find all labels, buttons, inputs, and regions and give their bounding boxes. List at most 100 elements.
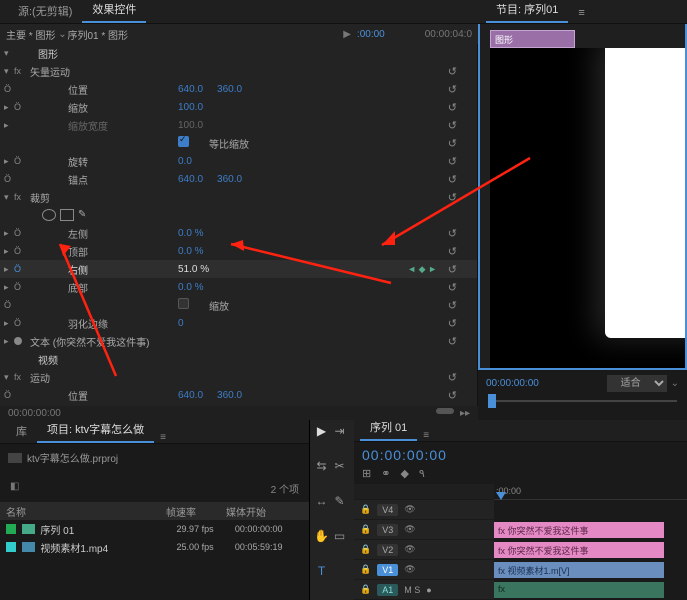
- chevron-down-icon[interactable]: ⌄: [671, 378, 679, 389]
- razor-tool-icon[interactable]: ✂: [332, 459, 347, 474]
- eye-icon[interactable]: 👁: [404, 564, 415, 575]
- stopwatch-icon[interactable]: Ö: [4, 300, 13, 310]
- stopwatch-icon[interactable]: Ö: [4, 390, 13, 400]
- track-a1[interactable]: 🔒A1M S●: [354, 580, 494, 600]
- reset-icon[interactable]: ↺: [448, 335, 457, 348]
- scale-value[interactable]: 100.0: [178, 102, 203, 113]
- clip-strip[interactable]: 图形: [490, 30, 575, 48]
- reset-icon[interactable]: ↺: [448, 155, 457, 168]
- uniform-scale-checkbox[interactable]: [178, 136, 189, 147]
- anchor-x[interactable]: 640.0: [178, 174, 203, 185]
- track-v4[interactable]: 🔒V4👁: [354, 500, 494, 520]
- mute-solo[interactable]: M S: [404, 585, 420, 595]
- disclosure-icon[interactable]: ▾: [4, 48, 13, 59]
- marker-icon[interactable]: ◆: [400, 467, 408, 480]
- zoom-level-dropdown[interactable]: 适合: [607, 375, 667, 392]
- clip-audio[interactable]: fx: [494, 582, 664, 598]
- stopwatch-icon[interactable]: Ö: [4, 84, 13, 94]
- timeline-timecode[interactable]: 00:00:00:00: [362, 447, 447, 463]
- pen-tool-icon[interactable]: ✎: [332, 494, 347, 509]
- stopwatch-icon[interactable]: Ö: [4, 174, 13, 184]
- disclosure-icon[interactable]: ▸: [4, 264, 13, 275]
- crop-top-value[interactable]: 0.0 %: [178, 246, 204, 257]
- tab-menu-icon[interactable]: ≡: [568, 3, 594, 23]
- reset-icon[interactable]: ↺: [448, 281, 457, 294]
- lock-icon[interactable]: 🔒: [360, 504, 371, 515]
- program-scrubber[interactable]: [478, 396, 687, 420]
- zoom-scrollbar[interactable]: [436, 408, 454, 414]
- stopwatch-icon[interactable]: Ö: [14, 228, 23, 238]
- prop-crop[interactable]: 裁剪: [30, 190, 50, 205]
- stopwatch-icon[interactable]: Ö: [14, 264, 23, 274]
- reset-icon[interactable]: ↺: [448, 191, 457, 204]
- timeline-ruler[interactable]: :00:00: [494, 484, 687, 500]
- track-v2[interactable]: 🔒V2👁: [354, 540, 494, 560]
- hand-tool-icon[interactable]: ✋: [314, 529, 329, 544]
- snap-icon[interactable]: ⊞: [362, 467, 371, 480]
- tab-menu-icon[interactable]: ≡: [160, 432, 166, 443]
- chevron-down-icon[interactable]: ⌄: [57, 29, 67, 40]
- prop-vector-motion[interactable]: 矢量运动: [30, 64, 70, 79]
- disclosure-icon[interactable]: ▸: [4, 246, 13, 257]
- reset-icon[interactable]: ↺: [448, 317, 457, 330]
- track-v3[interactable]: 🔒V3👁: [354, 520, 494, 540]
- col-media-start[interactable]: 媒体开始: [226, 504, 296, 519]
- reset-icon[interactable]: ↺: [448, 263, 457, 276]
- disclosure-icon[interactable]: ▸: [4, 336, 13, 347]
- crop-right-value[interactable]: 51.0 %: [178, 264, 209, 275]
- tab-library[interactable]: 库: [6, 419, 37, 443]
- lock-icon[interactable]: 🔒: [360, 544, 371, 555]
- reset-icon[interactable]: ↺: [448, 119, 457, 132]
- crop-left-value[interactable]: 0.0 %: [178, 228, 204, 239]
- lock-icon[interactable]: 🔒: [360, 524, 371, 535]
- clip-graphic[interactable]: fx 你突然不爱我这件事: [494, 522, 664, 538]
- program-timecode[interactable]: 00:00:00:00: [486, 378, 539, 389]
- reset-icon[interactable]: ↺: [448, 83, 457, 96]
- disclosure-icon[interactable]: ▾: [4, 66, 13, 77]
- disclosure-icon[interactable]: ▸: [4, 228, 13, 239]
- track-select-icon[interactable]: ⇥: [332, 424, 347, 439]
- slip-tool-icon[interactable]: ↔: [314, 494, 329, 509]
- tab-menu-icon[interactable]: ≡: [423, 430, 429, 441]
- disclosure-icon[interactable]: ▸: [4, 156, 13, 167]
- link-icon[interactable]: ⚭: [381, 467, 390, 480]
- col-name[interactable]: 名称: [6, 504, 166, 519]
- col-framerate[interactable]: 帧速率: [166, 504, 226, 519]
- clip-graphic[interactable]: fx 你突然不爱我这件事: [494, 542, 664, 558]
- mask-pen-icon[interactable]: ✎: [78, 209, 86, 221]
- stopwatch-icon[interactable]: Ö: [14, 318, 23, 328]
- reset-icon[interactable]: ↺: [448, 227, 457, 240]
- crop-zoom-checkbox[interactable]: [178, 298, 189, 309]
- clip-video[interactable]: fx 视频素材1.m[V]: [494, 562, 664, 578]
- position2-y[interactable]: 360.0: [217, 390, 242, 401]
- type-tool-icon[interactable]: T: [314, 564, 329, 579]
- disclosure-icon[interactable]: ▸: [4, 120, 13, 131]
- eye-icon[interactable]: 👁: [404, 524, 415, 535]
- filter-icon[interactable]: ◧: [10, 481, 19, 492]
- stopwatch-icon[interactable]: Ö: [14, 246, 23, 256]
- disclosure-icon[interactable]: ▾: [4, 372, 13, 383]
- stopwatch-icon[interactable]: Ö: [14, 156, 23, 166]
- reset-icon[interactable]: ↺: [448, 101, 457, 114]
- scroll-right-icon[interactable]: ▸▸: [460, 408, 470, 419]
- reset-icon[interactable]: ↺: [448, 371, 457, 384]
- mask-ellipse-icon[interactable]: [42, 209, 56, 221]
- tab-effect-controls[interactable]: 效果控件: [82, 0, 146, 23]
- lock-icon[interactable]: 🔒: [360, 584, 371, 595]
- playhead-icon[interactable]: [496, 484, 506, 498]
- settings-icon[interactable]: ٩: [419, 467, 425, 480]
- mask-rect-icon[interactable]: [60, 209, 74, 221]
- tab-sequence[interactable]: 序列 01: [360, 415, 417, 441]
- bin-item[interactable]: 视频素材1.mp4 25.00 fps 00:05:59:19: [0, 538, 309, 556]
- prop-text-layer[interactable]: 文本 (你突然不爱我这件事): [30, 334, 149, 349]
- anchor-y[interactable]: 360.0: [217, 174, 242, 185]
- ripple-edit-icon[interactable]: ⇆: [314, 459, 329, 474]
- disclosure-icon[interactable]: ▾: [4, 192, 13, 203]
- feather-value[interactable]: 0: [178, 318, 184, 329]
- crop-bottom-value[interactable]: 0.0 %: [178, 282, 204, 293]
- disclosure-icon[interactable]: ▸: [4, 282, 13, 293]
- stopwatch-icon[interactable]: Ö: [14, 282, 23, 292]
- keyframe-nav[interactable]: ◄ ◆ ►: [407, 264, 437, 275]
- play-icon[interactable]: ▶: [343, 29, 351, 40]
- reset-icon[interactable]: ↺: [448, 245, 457, 258]
